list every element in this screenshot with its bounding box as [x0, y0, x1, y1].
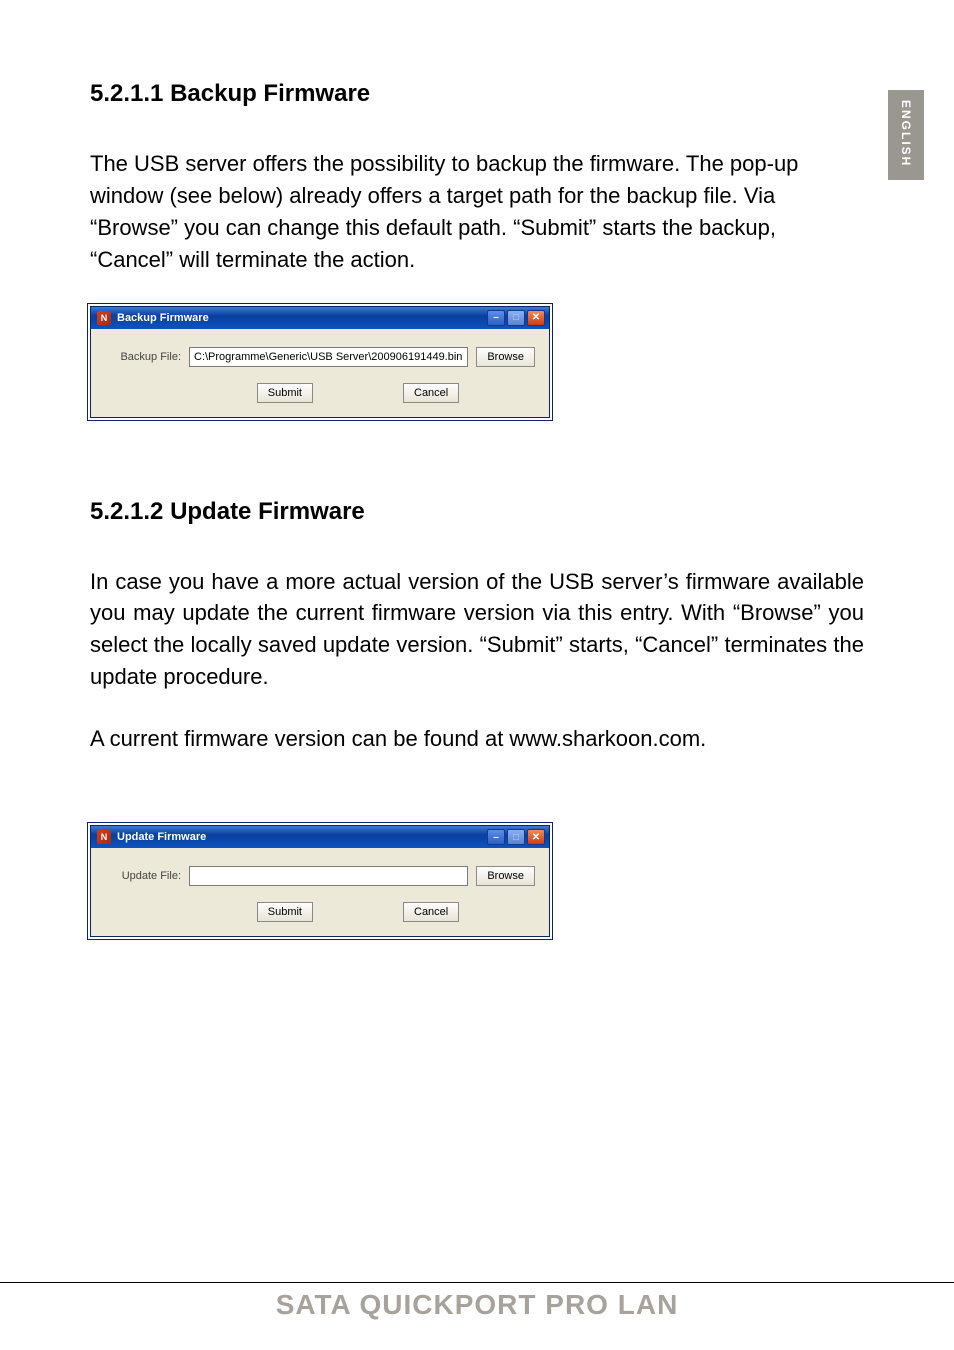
window-controls: – □ ✕: [487, 310, 545, 326]
dialog-titlebar: N Update Firmware – □ ✕: [91, 826, 549, 848]
file-row: Update File: Browse: [105, 866, 535, 886]
language-tab-label: ENGLISH: [899, 100, 913, 167]
dialog-body: Backup File: Browse Submit Cancel: [91, 329, 549, 417]
minimize-button[interactable]: –: [487, 310, 505, 326]
browse-button[interactable]: Browse: [476, 866, 535, 886]
backup-firmware-dialog: N Backup Firmware – □ ✕ Backup File: Bro…: [90, 306, 550, 418]
dialog-titlebar: N Backup Firmware – □ ✕: [91, 307, 549, 329]
app-icon: N: [97, 830, 111, 844]
close-button[interactable]: ✕: [527, 310, 545, 326]
submit-button[interactable]: Submit: [257, 383, 313, 403]
close-button[interactable]: ✕: [527, 829, 545, 845]
update-firmware-dialog: N Update Firmware – □ ✕ Update File: Bro…: [90, 825, 550, 937]
dialog-title: Update Firmware: [117, 831, 487, 843]
app-icon: N: [97, 311, 111, 325]
heading-update-firmware: 5.2.1.2 Update Firmware: [90, 498, 864, 526]
para-update-firmware-2: A current firmware version can be found …: [90, 723, 864, 755]
footer: SATA QUICKPORT PRO LAN: [0, 1282, 954, 1330]
file-row: Backup File: Browse: [105, 347, 535, 367]
para-update-firmware-1: In case you have a more actual version o…: [90, 566, 864, 694]
cancel-button[interactable]: Cancel: [403, 383, 459, 403]
backup-file-input[interactable]: [189, 347, 468, 367]
backup-file-label: Backup File:: [105, 351, 181, 363]
dialog-body: Update File: Browse Submit Cancel: [91, 848, 549, 936]
dialog-title: Backup Firmware: [117, 312, 487, 324]
update-file-label: Update File:: [105, 870, 181, 882]
dialog-button-row: Submit Cancel: [105, 902, 535, 922]
update-file-input[interactable]: [189, 866, 468, 886]
cancel-button[interactable]: Cancel: [403, 902, 459, 922]
para-backup-firmware: The USB server offers the possibility to…: [90, 148, 864, 276]
maximize-button[interactable]: □: [507, 829, 525, 845]
dialog-button-row: Submit Cancel: [105, 383, 535, 403]
footer-title: SATA QUICKPORT PRO LAN: [276, 1289, 679, 1321]
maximize-button[interactable]: □: [507, 310, 525, 326]
language-tab: ENGLISH: [888, 90, 924, 180]
submit-button[interactable]: Submit: [257, 902, 313, 922]
browse-button[interactable]: Browse: [476, 347, 535, 367]
minimize-button[interactable]: –: [487, 829, 505, 845]
window-controls: – □ ✕: [487, 829, 545, 845]
heading-backup-firmware: 5.2.1.1 Backup Firmware: [90, 80, 864, 108]
